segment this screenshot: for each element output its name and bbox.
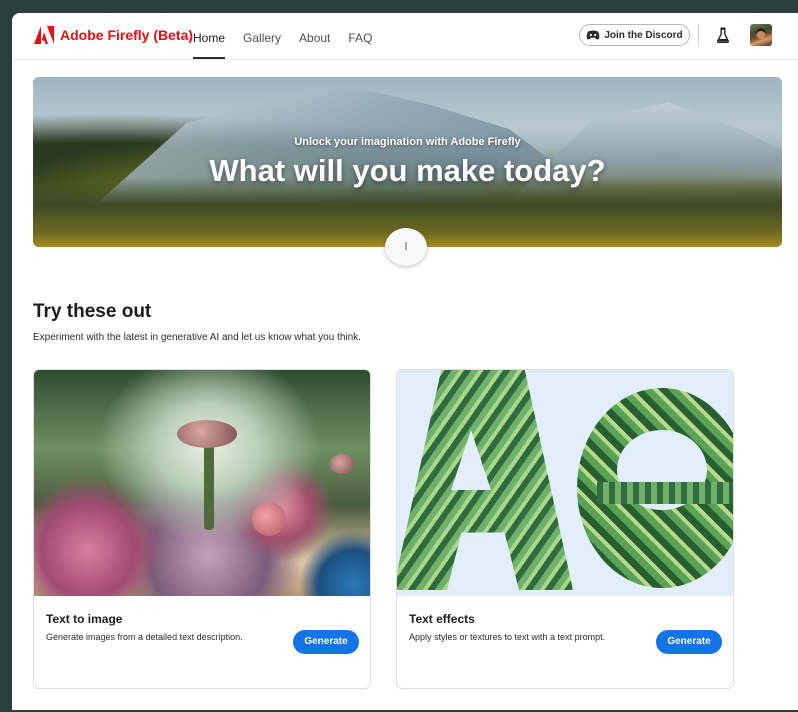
avatar[interactable] (750, 24, 772, 46)
section-description: Experiment with the latest in generative… (33, 332, 361, 343)
garden-bulb (252, 502, 286, 536)
card-text-effects[interactable]: Text effects Apply styles or textures to… (396, 369, 734, 689)
top-header: Adobe Firefly (Beta) Home Gallery About … (12, 13, 798, 60)
garden-stem (204, 440, 214, 530)
generate-button[interactable]: Generate (293, 630, 359, 654)
text-effects-thumbnail (397, 370, 733, 596)
browser-window: Adobe Firefly (Beta) Home Gallery About … (12, 13, 798, 710)
garden-mushroom-large (177, 420, 237, 448)
brand-name: Adobe Firefly (Beta) (60, 27, 194, 43)
hero-subtitle: Unlock your imagination with Adobe Firef… (294, 136, 521, 148)
card-title: Text to image (46, 612, 123, 626)
nav-about[interactable]: About (299, 13, 330, 59)
card-title: Text effects (409, 612, 475, 626)
hero-title: What will you make today? (209, 153, 606, 188)
flask-icon[interactable] (717, 27, 729, 43)
join-discord-button[interactable]: Join the Discord (579, 24, 690, 46)
hero-banner: Unlock your imagination with Adobe Firef… (33, 77, 782, 247)
brand[interactable]: Adobe Firefly (Beta) (34, 26, 193, 44)
garden-mushroom-small (330, 454, 354, 474)
nav-gallery[interactable]: Gallery (243, 13, 281, 59)
adobe-logo-icon (34, 26, 54, 44)
card-description: Generate images from a detailed text des… (46, 632, 243, 642)
scroll-down-button[interactable]: l (385, 228, 427, 266)
text-to-image-thumbnail (34, 370, 370, 596)
discord-icon (586, 30, 600, 40)
section-title: Try these out (33, 301, 152, 322)
nav-faq[interactable]: FAQ (348, 13, 372, 59)
nav-home[interactable]: Home (193, 13, 226, 59)
card-description: Apply styles or textures to text with a … (409, 632, 606, 642)
header-divider (698, 24, 699, 46)
main-nav: Home Gallery About FAQ (193, 13, 390, 59)
card-text-to-image[interactable]: Text to image Generate images from a det… (33, 369, 371, 689)
leaf-letter-e-bar (597, 482, 733, 504)
join-discord-label: Join the Discord (604, 29, 683, 41)
generate-button[interactable]: Generate (656, 630, 722, 654)
